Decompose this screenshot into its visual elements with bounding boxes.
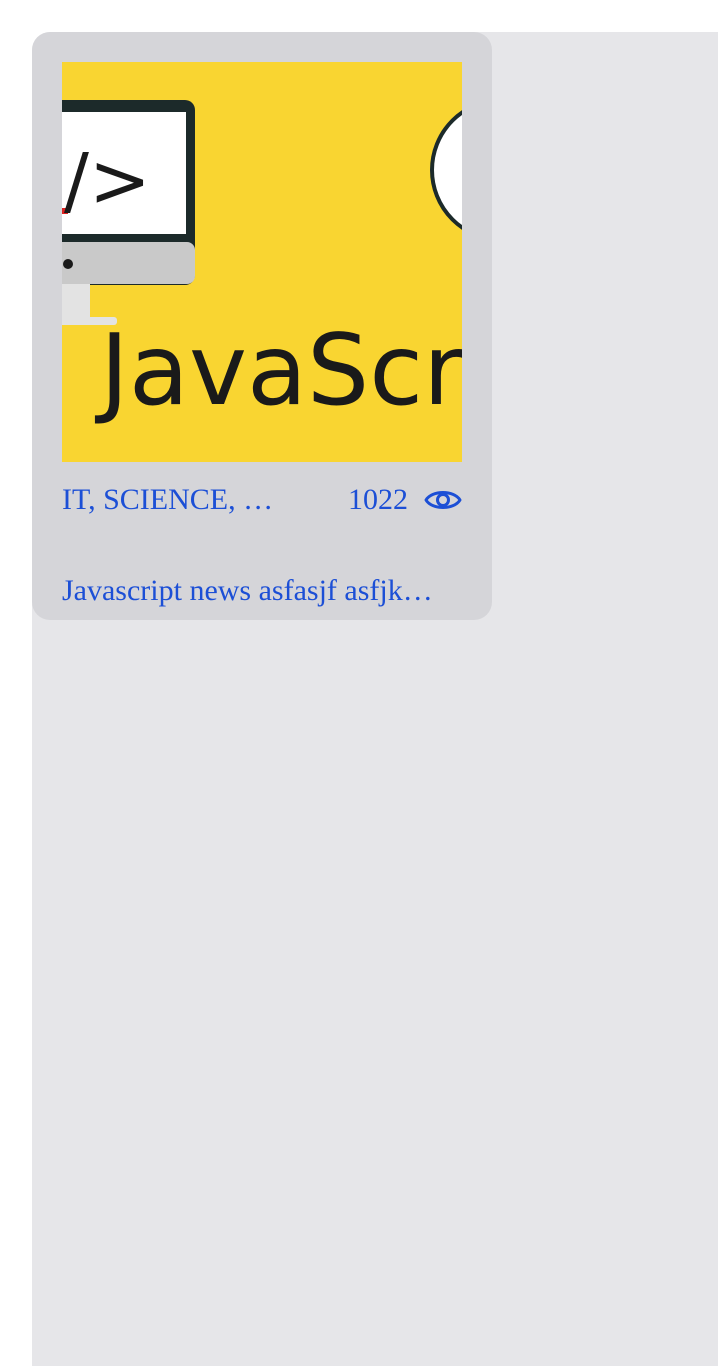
news-categories[interactable]: IT, SCIENCE, … <box>62 483 273 517</box>
news-title[interactable]: Javascript news asfasjf asfjk… <box>62 574 462 618</box>
eye-icon <box>424 491 462 509</box>
news-card[interactable]: /> JavaScri IT, SCIENCE, … 1022 Javascri… <box>32 32 492 620</box>
views-count: 1022 <box>348 483 408 516</box>
news-thumbnail[interactable]: /> JavaScri <box>62 62 462 462</box>
thumbnail-logo-text: JavaScri <box>94 314 462 428</box>
javascript-thumbnail-image: /> JavaScri <box>62 62 462 462</box>
views-counter: 1022 <box>348 483 462 517</box>
news-meta-row: IT, SCIENCE, … 1022 <box>62 480 462 520</box>
svg-text:/>: /> <box>64 138 151 224</box>
